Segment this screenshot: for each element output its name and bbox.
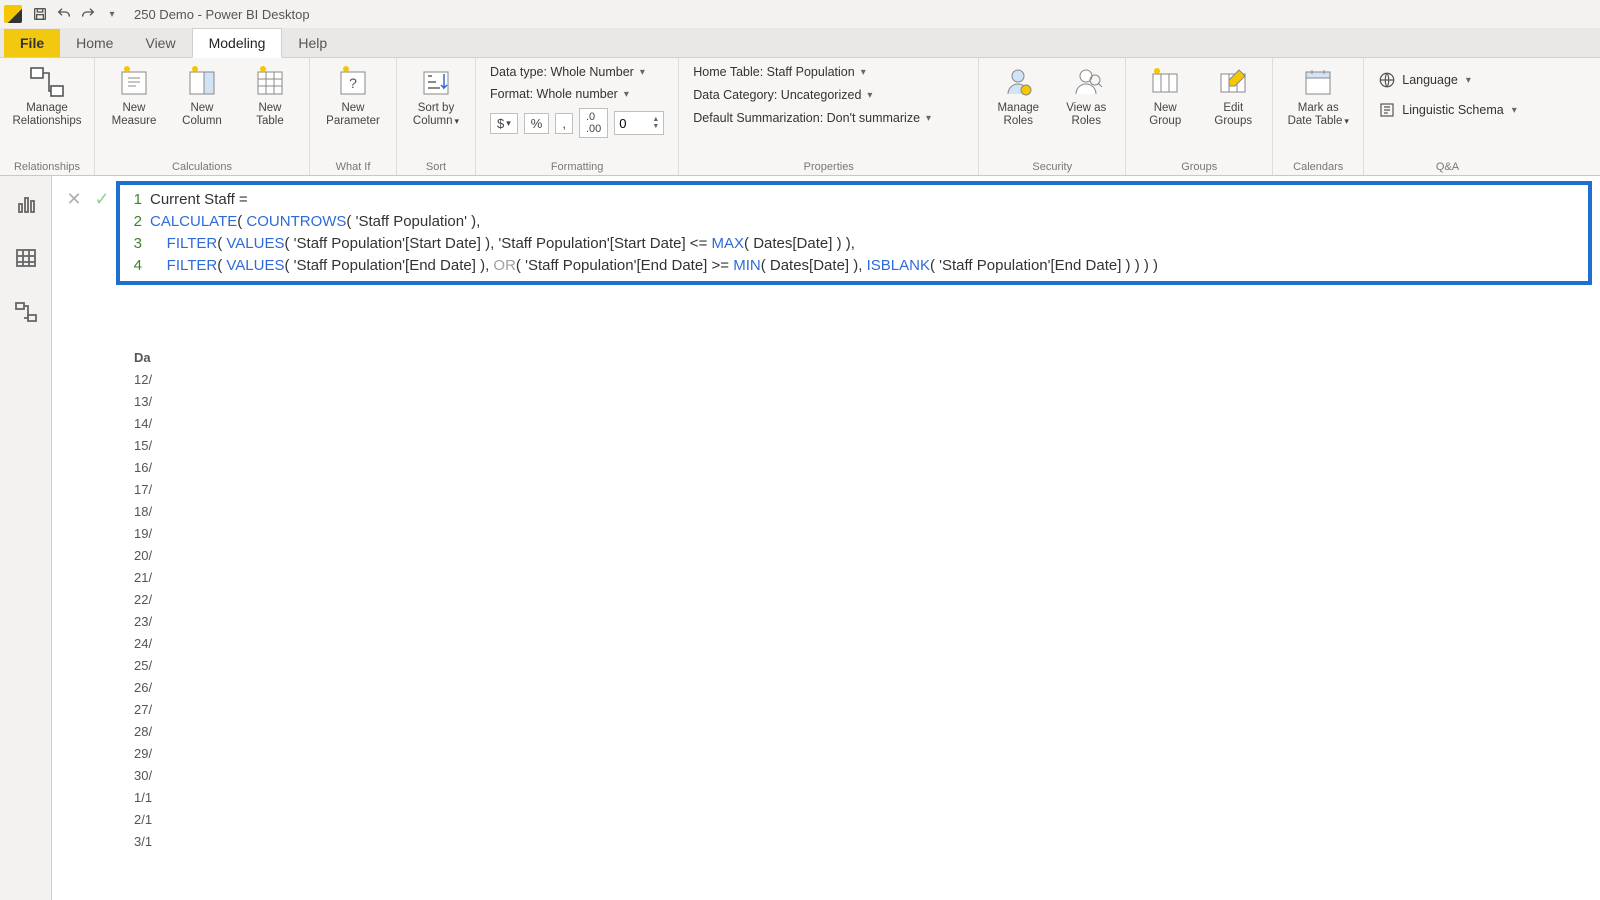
column-icon: [184, 64, 220, 100]
ribbon-group-calendars: Mark as Date Table▾ Calendars: [1273, 58, 1364, 175]
decimals-input[interactable]: 0 ▲▼: [614, 111, 664, 135]
date-row: 26/: [134, 676, 152, 698]
date-row: 14/: [134, 412, 152, 434]
date-row: 19/: [134, 522, 152, 544]
view-as-roles-button[interactable]: View as Roles: [1055, 62, 1117, 130]
new-parameter-button[interactable]: ? New Parameter: [318, 62, 388, 130]
date-row: 24/: [134, 632, 152, 654]
new-group-icon: [1147, 64, 1183, 100]
ribbon-tabs: File Home View Modeling Help: [0, 28, 1600, 58]
edit-groups-icon: [1215, 64, 1251, 100]
schema-icon: [1378, 101, 1396, 119]
relationships-icon: [29, 64, 65, 100]
svg-text:?: ?: [349, 75, 357, 91]
ribbon: Manage Relationships Relationships New M…: [0, 58, 1600, 176]
date-row: 15/: [134, 434, 152, 456]
ribbon-group-calculations: New Measure New Column New Table Calcula…: [95, 58, 310, 175]
data-view-icon[interactable]: [8, 240, 44, 276]
calendar-icon: [1300, 64, 1336, 100]
redo-icon[interactable]: [76, 2, 100, 26]
sort-icon: [418, 64, 454, 100]
language-dropdown[interactable]: Language▾: [1372, 68, 1522, 92]
date-row: 20/: [134, 544, 152, 566]
home-table-dropdown[interactable]: Home Table: Staff Population▾: [687, 62, 970, 82]
globe-icon: [1378, 71, 1396, 89]
qat-customize-icon[interactable]: ▾: [100, 2, 124, 26]
canvas: Date 1/0 ✕ ✓ 1Current Staff = 2CALCULATE…: [52, 176, 1600, 900]
date-row: 21/: [134, 566, 152, 588]
data-type-dropdown[interactable]: Data type: Whole Number▾: [484, 62, 670, 82]
ribbon-group-qa: Language▾ Linguistic Schema▾ Q&A: [1364, 58, 1530, 175]
tab-view[interactable]: View: [129, 29, 191, 57]
mark-as-date-table-button[interactable]: Mark as Date Table▾: [1281, 62, 1355, 130]
decimal-format-button[interactable]: .0.00: [579, 108, 608, 138]
date-row: 2/1: [134, 808, 152, 830]
tab-file[interactable]: File: [4, 29, 60, 57]
left-nav: [0, 176, 52, 900]
data-category-dropdown[interactable]: Data Category: Uncategorized▾: [687, 85, 970, 105]
report-view-icon[interactable]: [8, 186, 44, 222]
table-icon: [252, 64, 288, 100]
titlebar: ▾ 250 Demo - Power BI Desktop: [0, 0, 1600, 28]
ribbon-group-sort: Sort by Column▾ Sort: [397, 58, 476, 175]
date-row: 30/: [134, 764, 152, 786]
ribbon-group-security: Manage Roles View as Roles Security: [979, 58, 1126, 175]
edit-groups-button[interactable]: Edit Groups: [1202, 62, 1264, 130]
new-column-button[interactable]: New Column: [171, 62, 233, 130]
new-group-button[interactable]: New Group: [1134, 62, 1196, 130]
app-icon: [4, 5, 22, 23]
date-row: 28/: [134, 720, 152, 742]
date-row: 22/: [134, 588, 152, 610]
tab-home[interactable]: Home: [60, 29, 129, 57]
ribbon-group-relationships: Manage Relationships Relationships: [0, 58, 95, 175]
percent-button[interactable]: %: [524, 113, 550, 134]
date-row: 1/1: [134, 786, 152, 808]
date-row: 27/: [134, 698, 152, 720]
linguistic-schema-dropdown[interactable]: Linguistic Schema▾: [1372, 98, 1522, 122]
ribbon-group-properties: Home Table: Staff Population▾ Data Categ…: [679, 58, 979, 175]
manage-relationships-button[interactable]: Manage Relationships: [8, 62, 86, 130]
format-dropdown[interactable]: Format: Whole number▾: [484, 84, 670, 104]
date-row: 17/: [134, 478, 152, 500]
sort-by-column-button[interactable]: Sort by Column▾: [405, 62, 467, 130]
currency-button[interactable]: $ ▾: [490, 113, 518, 134]
save-icon[interactable]: [28, 2, 52, 26]
model-view-icon[interactable]: [8, 294, 44, 330]
date-row: 25/: [134, 654, 152, 676]
window-title: 250 Demo - Power BI Desktop: [134, 7, 310, 22]
undo-icon[interactable]: [52, 2, 76, 26]
date-row: 16/: [134, 456, 152, 478]
new-measure-button[interactable]: New Measure: [103, 62, 165, 130]
ribbon-group-whatif: ? New Parameter What If: [310, 58, 397, 175]
date-row: 3/1: [134, 830, 152, 852]
commit-formula-icon[interactable]: ✓: [88, 185, 116, 213]
manage-roles-button[interactable]: Manage Roles: [987, 62, 1049, 130]
date-row: 13/: [134, 390, 152, 412]
date-row: 12/: [134, 368, 152, 390]
date-list: Da 12/13/14/15/16/17/18/19/20/21/22/23/2…: [134, 346, 152, 852]
date-row: 29/: [134, 742, 152, 764]
tab-modeling[interactable]: Modeling: [192, 28, 283, 58]
comma-button[interactable]: ,: [555, 113, 573, 134]
parameter-icon: ?: [335, 64, 371, 100]
tab-help[interactable]: Help: [282, 29, 343, 57]
cancel-formula-icon[interactable]: ✕: [60, 185, 88, 213]
manage-roles-icon: [1000, 64, 1036, 100]
default-summarization-dropdown[interactable]: Default Summarization: Don't summarize▾: [687, 108, 970, 128]
view-roles-icon: [1068, 64, 1104, 100]
formula-bar: ✕ ✓ 1Current Staff = 2CALCULATE( COUNTRO…: [60, 181, 1592, 285]
ribbon-group-formatting: Data type: Whole Number▾ Format: Whole n…: [476, 58, 679, 175]
ribbon-group-groups: New Group Edit Groups Groups: [1126, 58, 1273, 175]
date-row: 23/: [134, 610, 152, 632]
new-table-button[interactable]: New Table: [239, 62, 301, 130]
measure-icon: [116, 64, 152, 100]
date-row: 18/: [134, 500, 152, 522]
formula-editor[interactable]: 1Current Staff = 2CALCULATE( COUNTROWS( …: [116, 181, 1592, 285]
